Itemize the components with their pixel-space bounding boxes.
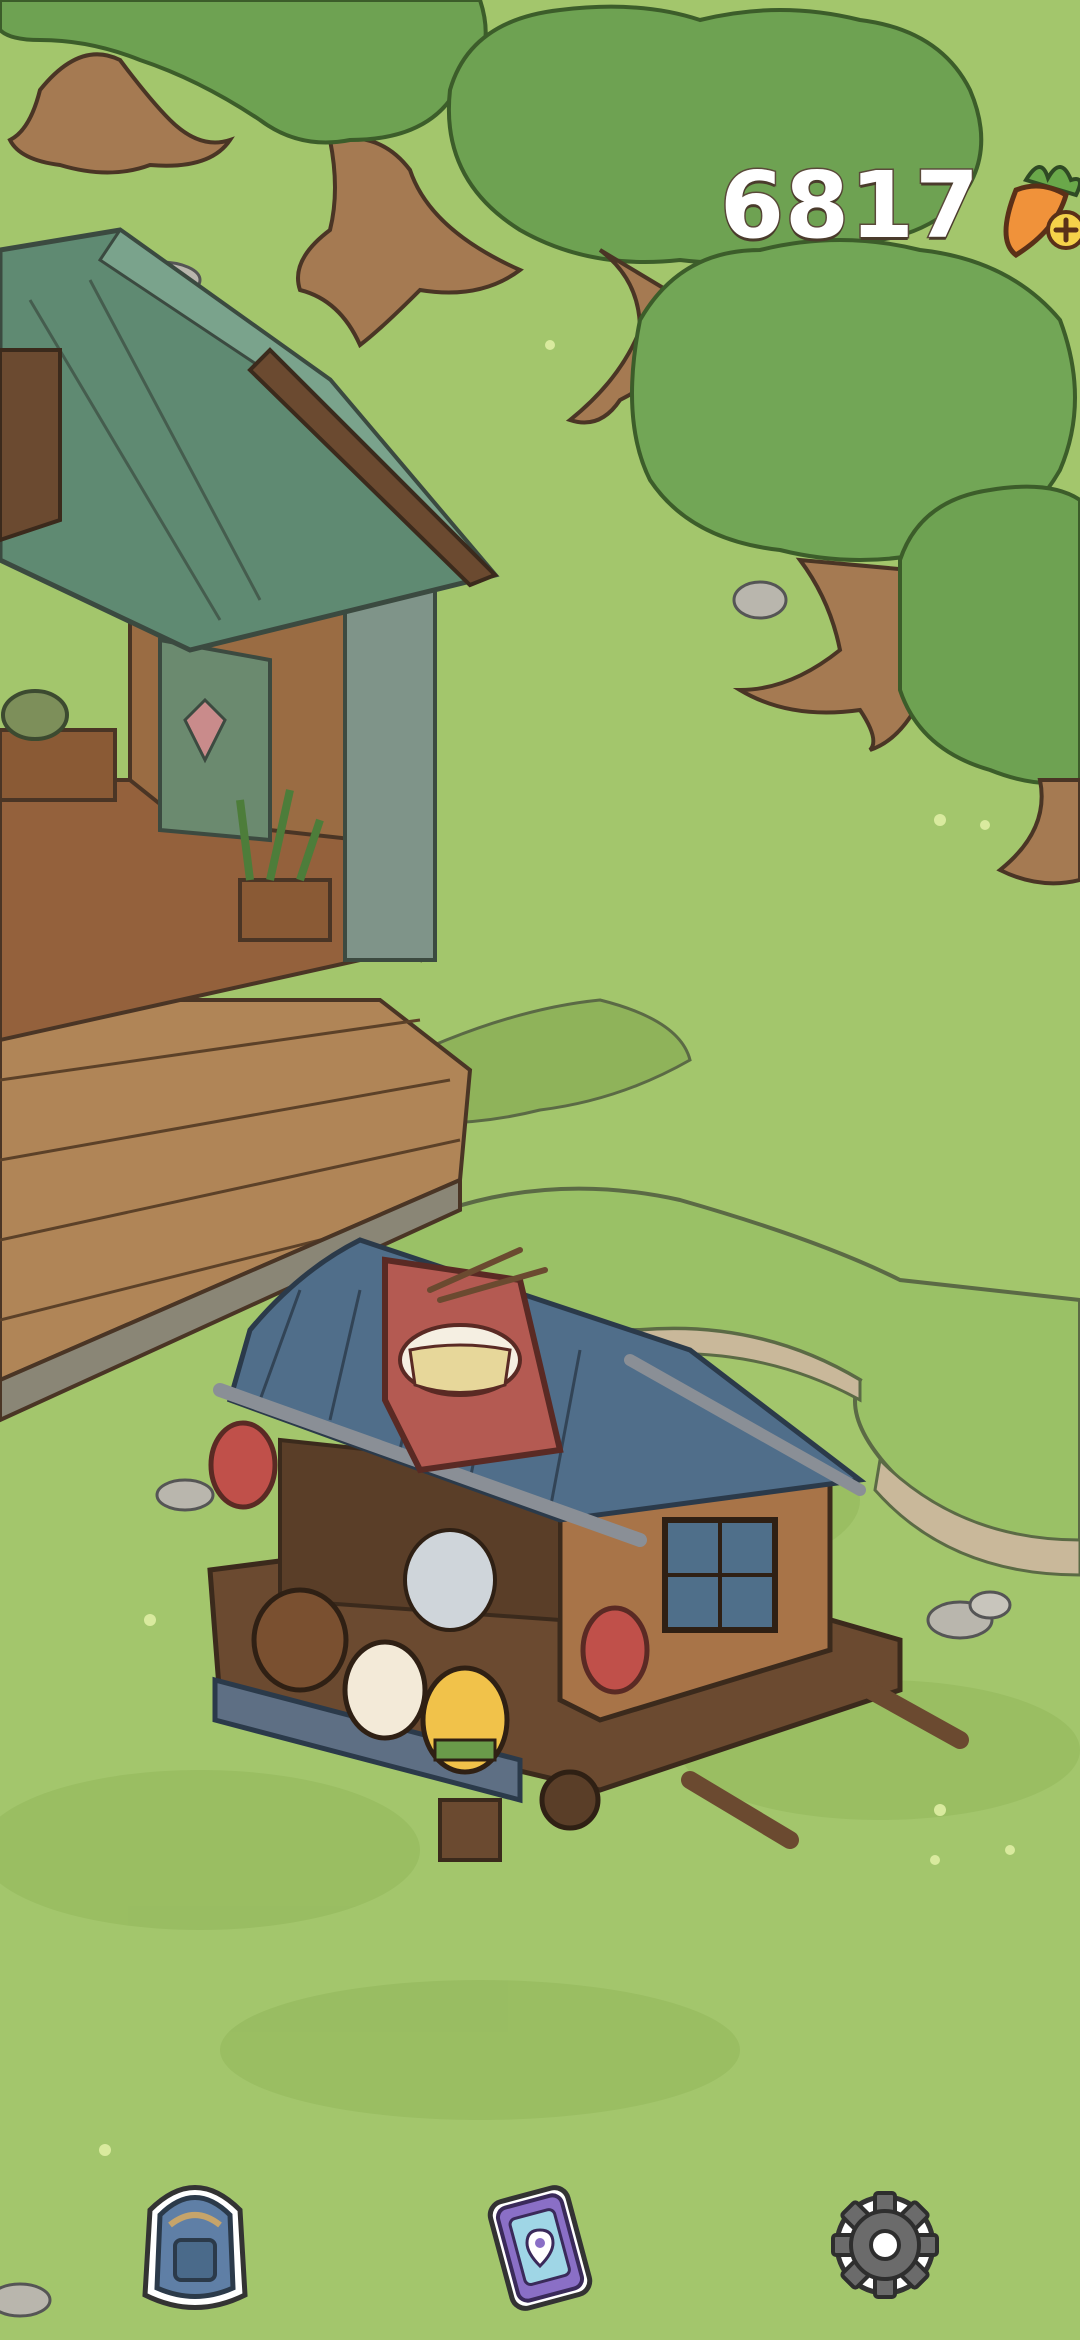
backpack-button[interactable] xyxy=(120,2170,270,2320)
game-world[interactable] xyxy=(0,0,1080,2340)
gear-icon xyxy=(831,2191,939,2299)
game-screen: 6817 xyxy=(0,0,1080,2340)
settings-button[interactable] xyxy=(810,2170,960,2320)
map-pin-phone-icon xyxy=(487,2185,593,2311)
plus-icon[interactable] xyxy=(1046,210,1080,250)
carrot-icon[interactable] xyxy=(986,150,1080,260)
backpack-icon xyxy=(142,2185,248,2310)
carrot-counter[interactable]: 6817 xyxy=(718,150,1080,260)
carrot-count: 6817 xyxy=(718,150,981,260)
map-button[interactable] xyxy=(465,2168,615,2318)
